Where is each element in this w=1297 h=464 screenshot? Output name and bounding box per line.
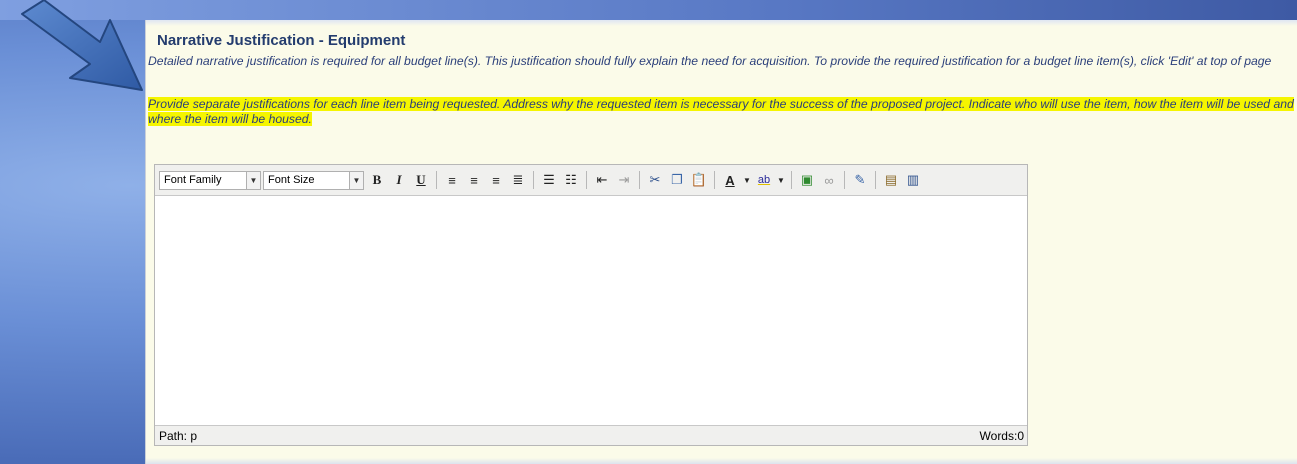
- toolbar-separator: [436, 171, 437, 189]
- chevron-down-icon[interactable]: ▼: [742, 170, 752, 190]
- paste-icon[interactable]: 📋: [689, 170, 709, 190]
- toolbar-separator: [791, 171, 792, 189]
- indent-icon[interactable]: ⇥: [614, 170, 634, 190]
- edit-html-icon[interactable]: ✎: [850, 170, 870, 190]
- font-family-select[interactable]: Font Family ▼: [159, 170, 261, 190]
- chevron-down-icon: ▼: [349, 171, 363, 189]
- background-top-band: [0, 0, 1297, 20]
- instruction-text: Detailed narrative justification is requ…: [148, 54, 1272, 68]
- bullet-list-icon[interactable]: ☰: [539, 170, 559, 190]
- rich-text-editor: Font Family ▼ Font Size ▼ B I U ≡ ≡ ≡ ≣ …: [154, 164, 1028, 446]
- chevron-down-icon: ▼: [246, 171, 260, 189]
- toolbar-separator: [586, 171, 587, 189]
- editor-status-bar: Path: p Words:0: [155, 425, 1027, 445]
- paste-word-icon[interactable]: ▥: [903, 170, 923, 190]
- pointer-arrow-graphic: [21, 0, 143, 91]
- underline-icon[interactable]: U: [411, 170, 431, 190]
- bold-icon[interactable]: B: [367, 170, 387, 190]
- toolbar-separator: [533, 171, 534, 189]
- align-right-icon[interactable]: ≡: [486, 170, 506, 190]
- align-justify-icon[interactable]: ≣: [508, 170, 528, 190]
- link-icon[interactable]: ∞: [819, 170, 839, 190]
- toolbar-separator: [875, 171, 876, 189]
- toolbar-separator: [714, 171, 715, 189]
- highlight-color-icon[interactable]: ab: [754, 170, 774, 190]
- chevron-down-icon[interactable]: ▼: [776, 170, 786, 190]
- italic-icon[interactable]: I: [389, 170, 409, 190]
- word-count: Words:0: [979, 429, 1024, 443]
- panel-bottom-strip: [146, 458, 1297, 464]
- highlighted-instruction-text: Provide separate justifications for each…: [148, 97, 1294, 126]
- toolbar-separator: [639, 171, 640, 189]
- font-size-label: Font Size: [268, 174, 315, 186]
- highlighted-instruction: Provide separate justifications for each…: [148, 97, 1294, 127]
- outdent-icon[interactable]: ⇤: [592, 170, 612, 190]
- copy-icon[interactable]: ❐: [667, 170, 687, 190]
- editor-content-area[interactable]: [155, 196, 1027, 426]
- font-family-label: Font Family: [164, 174, 222, 186]
- toolbar-separator: [844, 171, 845, 189]
- image-icon[interactable]: ▣: [797, 170, 817, 190]
- numbered-list-icon[interactable]: ☷: [561, 170, 581, 190]
- paste-text-icon[interactable]: ▤: [881, 170, 901, 190]
- font-color-icon[interactable]: A: [720, 170, 740, 190]
- panel-top-strip: [146, 20, 1297, 26]
- editor-toolbar: Font Family ▼ Font Size ▼ B I U ≡ ≡ ≡ ≣ …: [155, 165, 1027, 196]
- section-title: Narrative Justification - Equipment: [157, 32, 406, 49]
- cut-icon[interactable]: ✂: [645, 170, 665, 190]
- font-size-select[interactable]: Font Size ▼: [263, 170, 364, 190]
- align-center-icon[interactable]: ≡: [464, 170, 484, 190]
- align-left-icon[interactable]: ≡: [442, 170, 462, 190]
- narrative-justification-panel: Narrative Justification - Equipment Deta…: [145, 20, 1297, 464]
- editor-path: Path: p: [159, 429, 198, 443]
